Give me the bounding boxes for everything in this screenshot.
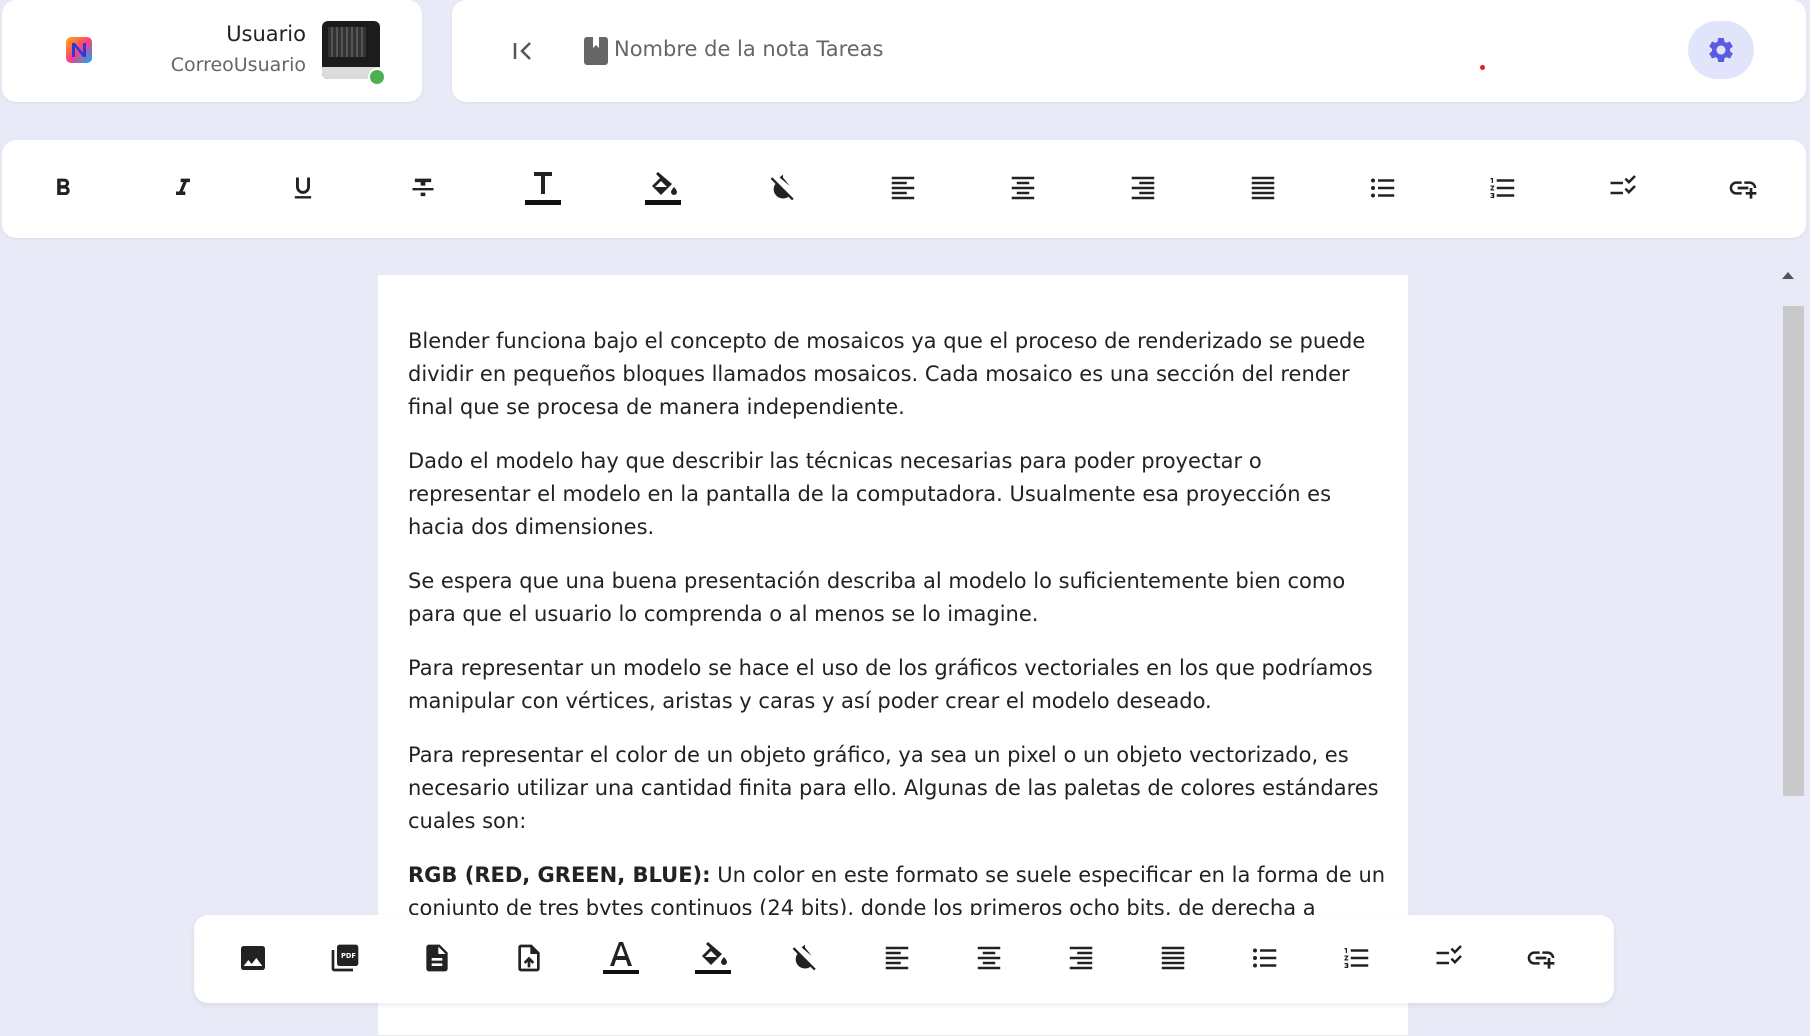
settings-button[interactable] [1688,21,1754,79]
user-name: Usuario [226,22,306,46]
insert-link-button[interactable] [1518,935,1564,981]
text-color-icon [525,172,561,205]
align-justify-button[interactable] [1150,935,1196,981]
text-color-button[interactable] [598,935,644,981]
collapse-left-icon [513,42,531,60]
align-left-icon [885,946,909,970]
paragraph[interactable]: Para representar el color de un objeto g… [408,739,1388,838]
numbered-list-button[interactable] [1480,165,1526,211]
svg-text:PDF: PDF [341,952,356,960]
text-color-button[interactable] [520,165,566,211]
scrollbar-thumb[interactable] [1783,306,1804,796]
align-center-icon [1011,176,1035,200]
bold-button[interactable] [40,165,86,211]
checklist-button[interactable] [1600,165,1646,211]
align-left-button[interactable] [880,165,926,211]
no-color-icon [770,174,794,201]
checklist-icon [1610,175,1636,195]
insert-link-button[interactable] [1720,165,1766,211]
status-dot [1480,65,1485,70]
add-link-icon [1527,951,1555,969]
note-title[interactable]: Nombre de la nota Tareas [614,37,883,61]
image-icon [241,946,265,970]
no-color-icon [792,944,816,971]
numbered-list-icon [1490,178,1515,198]
online-status-indicator [368,68,386,86]
align-justify-icon [1251,176,1275,200]
text-color-icon [603,942,639,974]
bullet-list-button[interactable] [1242,935,1288,981]
italic-button[interactable] [160,165,206,211]
align-left-button[interactable] [874,935,920,981]
underline-icon [294,177,312,199]
document-icon [426,944,448,972]
clear-color-button[interactable] [760,165,806,211]
align-justify-icon [1161,946,1185,970]
bullet-list-icon [1253,948,1277,968]
align-center-button[interactable] [1000,165,1046,211]
strikethrough-icon [412,178,434,197]
user-card: Usuario CorreoUsuario [2,0,422,102]
editor-content[interactable]: Blender funciona bajo el concepto de mos… [408,325,1388,1012]
file-upload-icon [518,944,540,972]
bold-icon [57,178,70,195]
paragraph[interactable]: Se espera que una buena presentación des… [408,565,1388,631]
align-right-icon [1131,176,1155,200]
bullet-list-button[interactable] [1360,165,1406,211]
align-right-button[interactable] [1058,935,1104,981]
insert-pdf-button[interactable]: PDF [322,935,368,981]
bottom-toolbar: PDF [194,915,1614,1003]
underline-button[interactable] [280,165,326,211]
align-left-icon [891,176,915,200]
note-header: Nombre de la nota Tareas [452,0,1806,102]
scroll-up-arrow[interactable] [1782,272,1794,279]
pdf-icon: PDF [331,944,359,972]
fill-color-icon [645,172,681,205]
paragraph[interactable]: Para representar un modelo se hace el us… [408,652,1388,718]
align-center-icon [977,946,1001,970]
insert-image-button[interactable] [230,935,276,981]
upload-file-button[interactable] [506,935,552,981]
numbered-list-icon [1344,948,1369,968]
app-logo-icon[interactable] [66,37,92,63]
align-right-button[interactable] [1120,165,1166,211]
paragraph[interactable]: Dado el modelo hay que describir las téc… [408,445,1388,544]
checklist-button[interactable] [1426,935,1472,981]
checklist-icon [1436,945,1462,965]
format-toolbar [2,140,1806,238]
italic-icon [176,178,190,195]
bullet-list-icon [1371,178,1395,198]
user-email: CorreoUsuario [170,54,306,76]
numbered-list-button[interactable] [1334,935,1380,981]
align-justify-button[interactable] [1240,165,1286,211]
fill-color-icon [695,942,731,974]
paragraph[interactable]: Blender funciona bajo el concepto de mos… [408,325,1388,424]
strikethrough-button[interactable] [400,165,446,211]
add-link-icon [1729,181,1757,199]
note-book-icon [584,37,608,65]
insert-document-button[interactable] [414,935,460,981]
highlight-button[interactable] [690,935,736,981]
collapse-sidebar-button[interactable] [508,34,540,68]
highlight-button[interactable] [640,165,686,211]
align-center-button[interactable] [966,935,1012,981]
clear-color-button[interactable] [782,935,828,981]
gear-icon [1709,37,1733,62]
bold-text: RGB (RED, GREEN, BLUE): [408,863,711,887]
align-right-icon [1069,946,1093,970]
